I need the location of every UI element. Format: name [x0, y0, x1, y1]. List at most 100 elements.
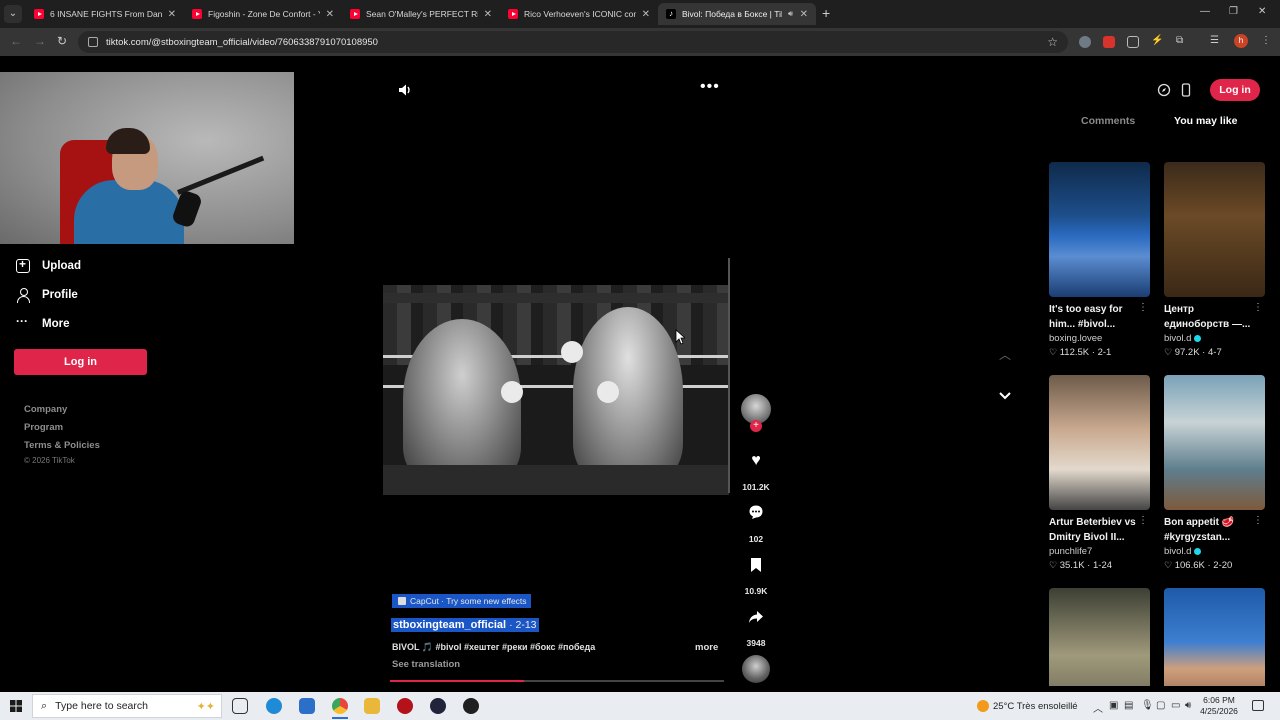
- tab-you-may-like[interactable]: You may like: [1174, 115, 1237, 127]
- sidebar-item-upload[interactable]: Upload: [16, 257, 81, 273]
- tray-app-icon[interactable]: ▢: [1156, 700, 1165, 711]
- card-menu-icon[interactable]: ⋮: [1253, 515, 1263, 526]
- recommended-video-card[interactable]: [1049, 588, 1150, 686]
- tab-close-icon[interactable]: ✕: [484, 9, 492, 20]
- heart-outline-icon: ♡: [1049, 347, 1058, 357]
- extension-icon[interactable]: [1079, 36, 1091, 48]
- task-view-icon[interactable]: [232, 698, 248, 714]
- see-translation-link[interactable]: See translation: [392, 659, 460, 670]
- adblock-icon[interactable]: [1103, 36, 1115, 48]
- effect-chip[interactable]: CapCut · Try some new effects: [392, 594, 531, 608]
- recommended-video-card[interactable]: Artur Beterbiev vs Dmitry Bivol II... ⋮ …: [1049, 375, 1150, 571]
- card-author[interactable]: boxing.lovee: [1049, 333, 1150, 344]
- tab-close-icon[interactable]: ✕: [642, 9, 650, 20]
- video-thumbnail[interactable]: [1164, 588, 1265, 686]
- recommended-video-card[interactable]: [1164, 588, 1265, 686]
- footer-link-terms[interactable]: Terms & Policies: [24, 440, 100, 451]
- reading-list-icon[interactable]: ☰: [1210, 35, 1219, 46]
- video-thumbnail[interactable]: [1164, 162, 1265, 297]
- video-divider: [728, 258, 730, 493]
- site-info-icon[interactable]: [88, 37, 98, 47]
- file-explorer-icon[interactable]: [364, 698, 380, 714]
- browser-tab[interactable]: Rico Verhoeven's ICONIC comeback ✕: [500, 3, 658, 25]
- back-icon[interactable]: ←: [10, 34, 22, 48]
- chrome-icon[interactable]: [332, 698, 348, 714]
- video-thumbnail[interactable]: [1164, 375, 1265, 510]
- browser-tab-active[interactable]: ♪ Bivol: Победа в Боксе | TikTok 🔊︎ ✕: [658, 3, 816, 25]
- tab-close-icon[interactable]: ✕: [326, 9, 334, 20]
- close-window-icon[interactable]: ✕: [1258, 6, 1266, 17]
- header-login-button[interactable]: Log in: [1210, 79, 1260, 101]
- tray-chevron-icon[interactable]: ︿: [1093, 700, 1103, 715]
- new-tab-icon[interactable]: +: [822, 5, 830, 21]
- follow-plus-icon[interactable]: +: [750, 420, 762, 432]
- outlook-icon[interactable]: [299, 698, 315, 714]
- sidebar-login-button[interactable]: Log in: [14, 349, 147, 375]
- extensions-puzzle-icon[interactable]: ⧉: [1176, 35, 1183, 46]
- like-button[interactable]: ♥: [741, 452, 771, 472]
- next-video-icon[interactable]: [997, 388, 1013, 404]
- microphone-icon[interactable]: 🎙︎: [1141, 700, 1154, 711]
- video-thumbnail[interactable]: [1049, 162, 1150, 297]
- footer-link-company[interactable]: Company: [24, 404, 67, 415]
- sidebar-item-profile[interactable]: Profile: [16, 288, 78, 303]
- app-icon[interactable]: [430, 698, 446, 714]
- recommended-video-card[interactable]: It's too easy for him... #bivol... ⋮ box…: [1049, 162, 1150, 358]
- edge-icon[interactable]: [266, 698, 282, 714]
- tab-close-icon[interactable]: ✕: [800, 9, 808, 20]
- taskbar-clock[interactable]: 6:06 PM 4/25/2026: [1196, 695, 1242, 717]
- video-player[interactable]: [383, 285, 729, 495]
- card-menu-icon[interactable]: ⋮: [1138, 302, 1148, 313]
- translate-extension-icon[interactable]: ⚡: [1151, 35, 1163, 46]
- tab-close-icon[interactable]: ✕: [168, 9, 176, 20]
- card-author[interactable]: bivol.d: [1164, 546, 1265, 557]
- obs-icon[interactable]: [463, 698, 479, 714]
- speaker-icon[interactable]: 🔊︎: [788, 9, 793, 19]
- restore-icon[interactable]: ❐: [1229, 6, 1238, 17]
- browser-profile-avatar[interactable]: h: [1234, 34, 1248, 48]
- card-menu-icon[interactable]: ⋮: [1253, 302, 1263, 313]
- forward-icon[interactable]: →: [34, 34, 46, 48]
- tab-search-button[interactable]: ⌄: [4, 5, 22, 23]
- caption-more-button[interactable]: more: [695, 642, 718, 653]
- save-button[interactable]: [741, 557, 771, 578]
- notifications-icon[interactable]: [1252, 700, 1264, 711]
- sidebar-item-more[interactable]: ··· More: [16, 315, 69, 331]
- previous-video-icon[interactable]: ︿: [999, 346, 1011, 363]
- device-icon[interactable]: [1179, 83, 1193, 97]
- explore-icon[interactable]: [1157, 83, 1171, 97]
- card-author[interactable]: bivol.d: [1164, 333, 1265, 344]
- video-thumbnail[interactable]: [1049, 375, 1150, 510]
- recommended-video-card[interactable]: Bon appetit 🥩 #kyrgyzstan... ⋮ bivol.d ♡…: [1164, 375, 1265, 571]
- speaker-icon[interactable]: 🔊︎: [1185, 700, 1191, 711]
- browser-tab[interactable]: 6 INSANE FIGHTS From Dana White ✕: [26, 3, 184, 25]
- browser-tab[interactable]: Figoshin - Zone De Confort - YouTube ✕: [184, 3, 342, 25]
- browser-menu-icon[interactable]: ⋮: [1261, 35, 1271, 46]
- address-bar[interactable]: tiktok.com/@stboxingteam_official/video/…: [78, 31, 1068, 53]
- volume-icon[interactable]: [397, 82, 413, 98]
- author-line[interactable]: stboxingteam_official · 2-13: [391, 618, 539, 632]
- taskbar-search[interactable]: ⌕ Type here to search ✦✦: [32, 694, 222, 718]
- minimize-icon[interactable]: —: [1200, 6, 1210, 17]
- extension-icon[interactable]: [1127, 36, 1139, 48]
- card-menu-icon[interactable]: ⋮: [1138, 515, 1148, 526]
- tray-app-icon[interactable]: ▣: [1109, 700, 1118, 711]
- more-options-icon[interactable]: •••: [700, 78, 720, 96]
- tab-comments[interactable]: Comments: [1081, 115, 1135, 127]
- tray-app-icon[interactable]: ▤: [1124, 700, 1133, 711]
- music-disc-icon[interactable]: [742, 655, 770, 683]
- windows-start-icon[interactable]: [10, 700, 22, 712]
- browser-tab[interactable]: Sean O'Malley's PERFECT Right Hand ✕: [342, 3, 500, 25]
- card-author[interactable]: punchlife7: [1049, 546, 1150, 557]
- footer-link-program[interactable]: Program: [24, 422, 63, 433]
- app-icon[interactable]: [397, 698, 413, 714]
- bookmark-star-icon[interactable]: ☆: [1047, 35, 1058, 49]
- recommended-video-card[interactable]: Центр единоборств —... ⋮ bivol.d ♡ 97.2K…: [1164, 162, 1265, 358]
- comment-button[interactable]: [741, 504, 771, 525]
- weather-widget[interactable]: 25°C Très ensoleillé: [977, 700, 1078, 712]
- network-icon[interactable]: ▭: [1171, 700, 1180, 711]
- reload-icon[interactable]: ↻: [57, 34, 67, 48]
- share-button[interactable]: [741, 609, 771, 630]
- video-thumbnail[interactable]: [1049, 588, 1150, 686]
- author-name[interactable]: stboxingteam_official: [393, 619, 506, 631]
